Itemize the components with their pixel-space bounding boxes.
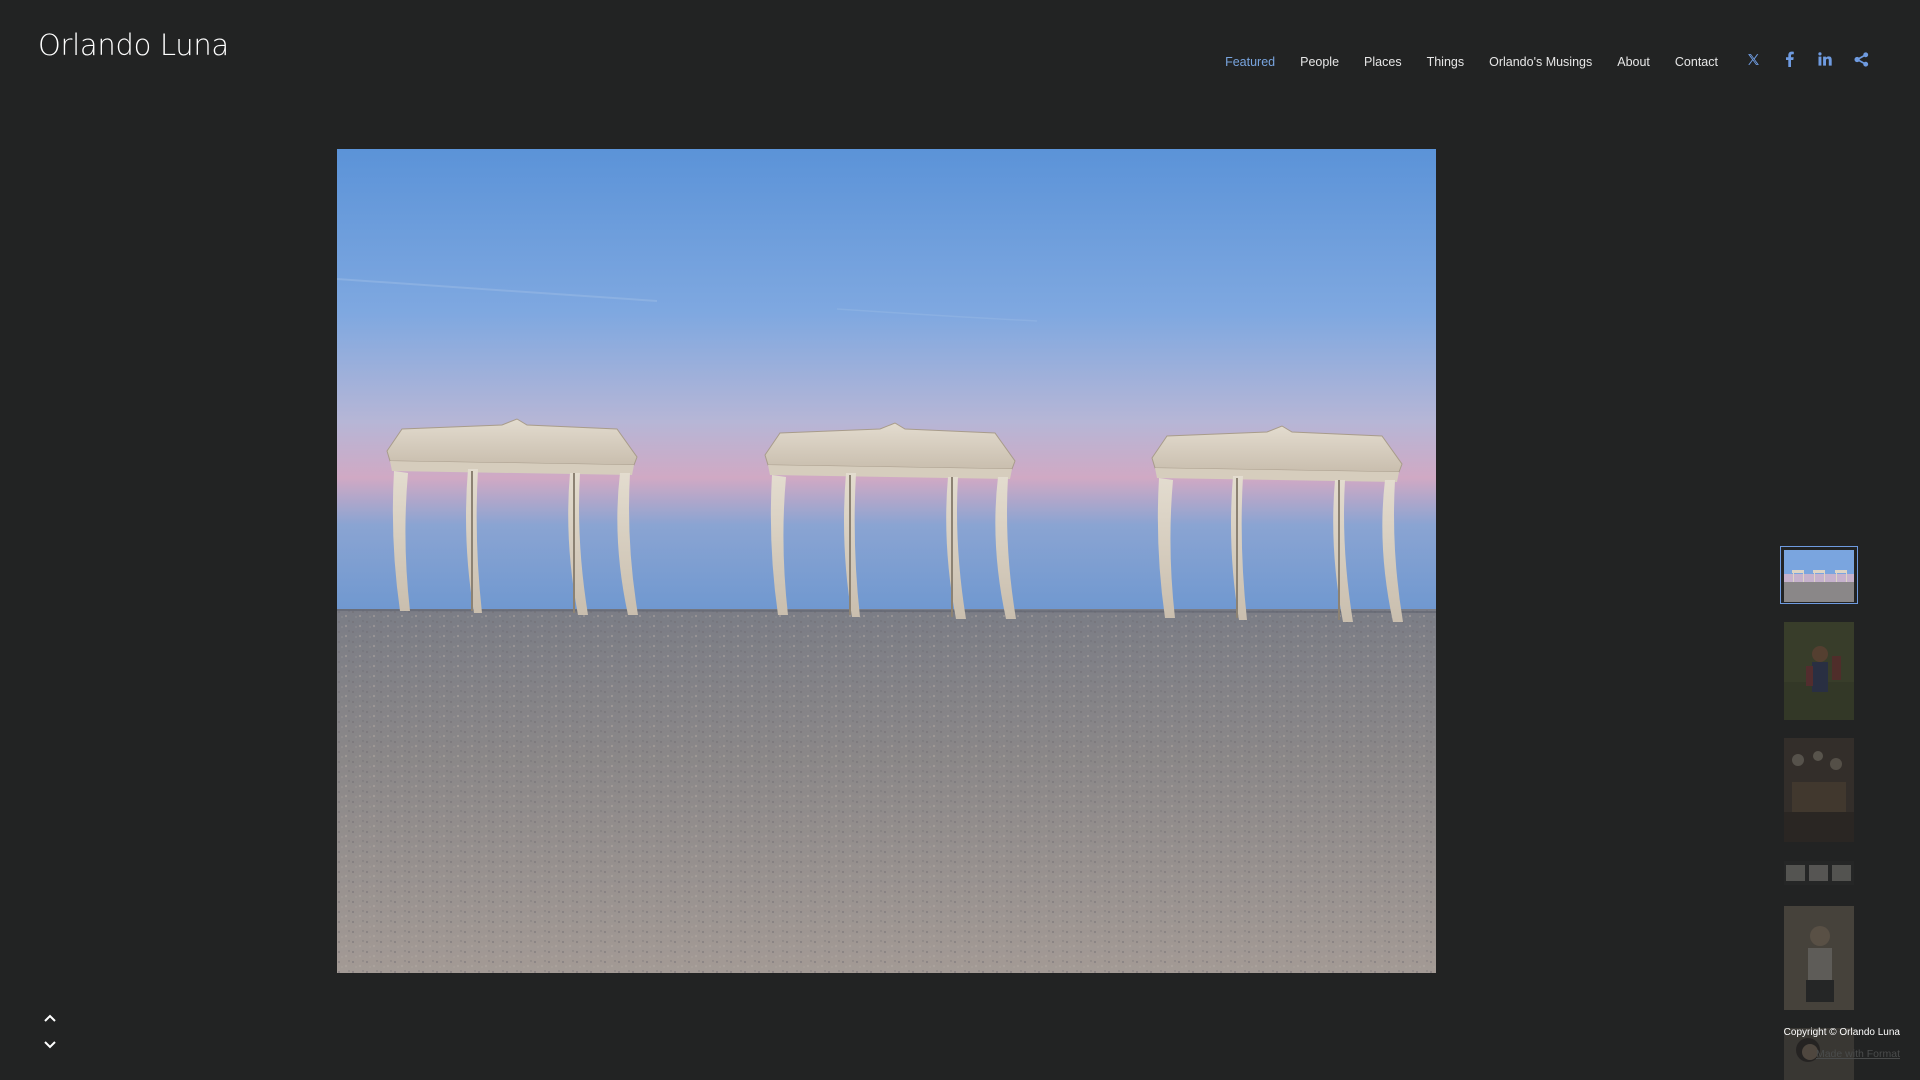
- page: Orlando Luna Featured People Places Thin…: [0, 0, 1920, 1080]
- nav-people[interactable]: People: [1300, 55, 1339, 69]
- facebook-icon[interactable]: [1780, 49, 1798, 69]
- nav-featured[interactable]: Featured: [1225, 55, 1275, 69]
- thumbnail-item[interactable]: [1780, 546, 1858, 604]
- social-links: [1744, 49, 1870, 69]
- thumbnail-item[interactable]: [1784, 622, 1854, 720]
- thumbnail-item[interactable]: [1784, 861, 1854, 885]
- nav-about[interactable]: About: [1617, 55, 1650, 69]
- chevron-down-icon[interactable]: [42, 1037, 58, 1053]
- site-title[interactable]: Orlando Luna: [38, 28, 229, 62]
- chevron-up-icon[interactable]: [42, 1010, 58, 1026]
- thumbnail-item[interactable]: [1784, 738, 1854, 842]
- copyright-text: Copyright © Orlando Luna: [1783, 1027, 1900, 1038]
- made-with-format-link[interactable]: Made with Format: [1816, 1048, 1900, 1060]
- nav-contact[interactable]: Contact: [1675, 55, 1718, 69]
- featured-photo[interactable]: [337, 149, 1436, 973]
- linkedin-icon[interactable]: [1816, 49, 1834, 69]
- thumbnail-item[interactable]: [1784, 906, 1854, 1010]
- share-icon[interactable]: [1852, 49, 1870, 69]
- nav-things[interactable]: Things: [1427, 55, 1465, 69]
- nav-musings[interactable]: Orlando's Musings: [1489, 55, 1592, 69]
- x-icon[interactable]: [1744, 49, 1762, 69]
- main-nav: Featured People Places Things Orlando's …: [1225, 52, 1718, 72]
- nav-places[interactable]: Places: [1364, 55, 1402, 69]
